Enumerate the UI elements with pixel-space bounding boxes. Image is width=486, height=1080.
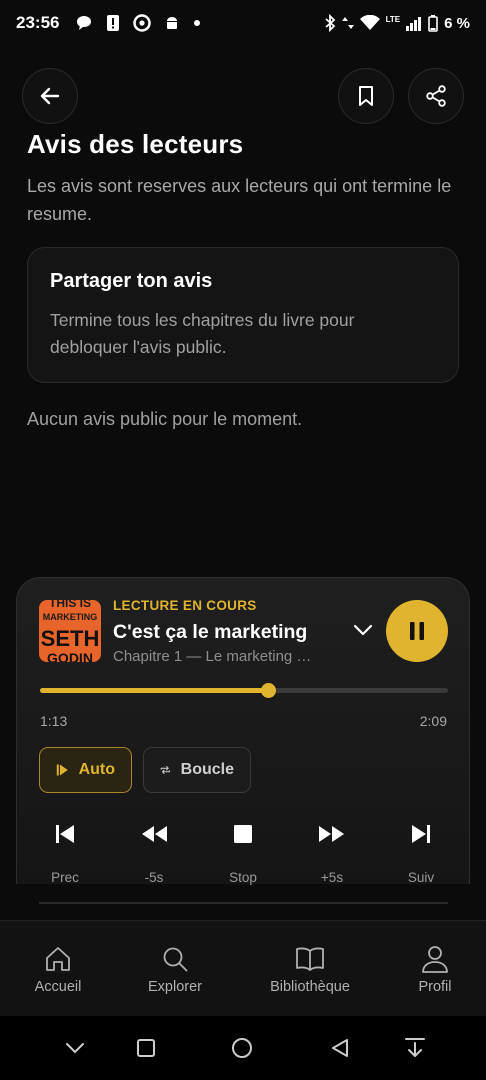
repeat-icon [160,765,170,775]
rewind-5s-button[interactable]: -5s [124,818,184,885]
dot-icon [194,20,201,26]
system-recents-button[interactable] [134,1036,158,1060]
status-right: LTE 6 % [324,14,470,32]
player-divider [39,902,448,904]
bluetooth-icon [325,14,335,32]
stop-button[interactable]: Stop [213,818,273,885]
share-review-title: Partager ton avis [50,270,213,292]
total-time: 2:09 [419,713,447,729]
bottom-nav: Accueil Explorer Bibliothèque Profil [0,920,486,1016]
nav-explore[interactable]: Explorer [140,943,210,995]
battery-level: 6 % [444,14,470,32]
signal-icon [406,17,422,31]
alert-icon [107,15,120,31]
system-nav-bar [0,1016,486,1080]
nav-profile-label: Profil [418,979,452,995]
network-type: LTE [385,14,401,24]
chrome-icon [133,14,152,32]
notification-icons [75,14,201,32]
rewind-label: -5s [144,870,164,885]
android-icon [167,17,178,29]
status-time: 23:56 [16,13,60,32]
current-time: 1:13 [40,713,68,729]
nav-home-label: Accueil [34,979,82,995]
play-box-icon [56,764,68,776]
cover-line-3: SETH [40,626,100,651]
collapse-player-button[interactable] [351,618,375,642]
progress-knob[interactable] [261,683,277,698]
previous-label: Prec [51,870,79,885]
nav-home[interactable]: Accueil [28,943,88,995]
now-playing-title[interactable]: C'est ça le marketing [113,621,307,644]
data-arrows-icon [341,17,354,29]
nav-library-label: Bibliothèque [270,979,350,995]
stop-icon [234,825,252,843]
system-collapse-button[interactable] [63,1036,87,1060]
auto-button[interactable]: Auto [39,747,132,793]
skip-previous-icon [56,825,74,843]
skip-next-icon [412,825,430,843]
system-home-button[interactable] [230,1036,254,1060]
chat-bubble-icon [77,16,92,30]
rewind-icon [142,826,167,842]
nav-explore-label: Explorer [148,979,202,995]
cover-line-2: MARKETING [42,612,98,622]
progress-track[interactable] [40,683,448,698]
share-button[interactable] [408,68,464,124]
empty-reviews-text: Aucun avis public pour le moment. [27,409,303,429]
share-icon [426,85,446,107]
home-icon [46,947,70,971]
pause-icon [410,622,424,640]
status-bar: 23:56 LTE 6 % [0,0,486,46]
next-label: Suiv [407,870,435,885]
wifi-icon [359,15,380,30]
nav-library[interactable]: Bibliothèque [262,943,358,995]
system-notifications-button[interactable] [403,1036,427,1060]
pull-down-icon [405,1038,425,1057]
book-open-icon [296,947,324,971]
mini-player: THIS IS MARKETING SETH GODIN LECTURE EN … [16,577,470,885]
auto-label: Auto [78,761,115,778]
now-playing-chapter: Chapitre 1 — Le marketing … [113,648,312,665]
previous-button[interactable]: Prec [35,818,95,885]
bookmark-button[interactable] [338,68,394,124]
share-review-body: Termine tous les chapitres du livre pour… [50,310,355,357]
search-icon [163,947,188,972]
back-triangle-icon [332,1039,348,1057]
bookmark-icon [359,86,373,106]
forward-5s-button[interactable]: +5s [302,818,362,885]
forward-label: +5s [320,870,344,885]
next-button[interactable]: Suiv [391,818,451,885]
share-review-card: Partager ton avis Termine tous les chapi… [27,247,459,383]
cover-line-1: THIS IS [48,600,91,610]
progress-fill [40,688,269,693]
user-icon [422,946,448,973]
fast-forward-icon [319,826,344,842]
cover-line-4: GODIN [47,650,93,662]
pause-button[interactable] [386,600,448,662]
nav-profile[interactable]: Profil [408,943,462,995]
now-playing-label: LECTURE EN COURS [113,598,257,613]
system-back-button[interactable] [328,1036,352,1060]
arrow-left-icon [40,87,60,105]
back-button[interactable] [22,68,78,124]
loop-button[interactable]: Boucle [143,747,251,793]
recents-square-icon [137,1039,155,1057]
home-circle-icon [232,1038,252,1058]
stop-label: Stop [229,870,257,885]
loop-label: Boucle [180,761,234,778]
reviews-title: Avis des lecteurs [27,129,244,159]
chevron-down-icon [66,1043,84,1054]
reviews-subtitle: Les avis sont reserves aux lecteurs qui … [27,176,452,224]
chevron-down-icon [353,624,373,636]
book-cover[interactable]: THIS IS MARKETING SETH GODIN [39,600,101,662]
battery-icon [428,15,438,32]
